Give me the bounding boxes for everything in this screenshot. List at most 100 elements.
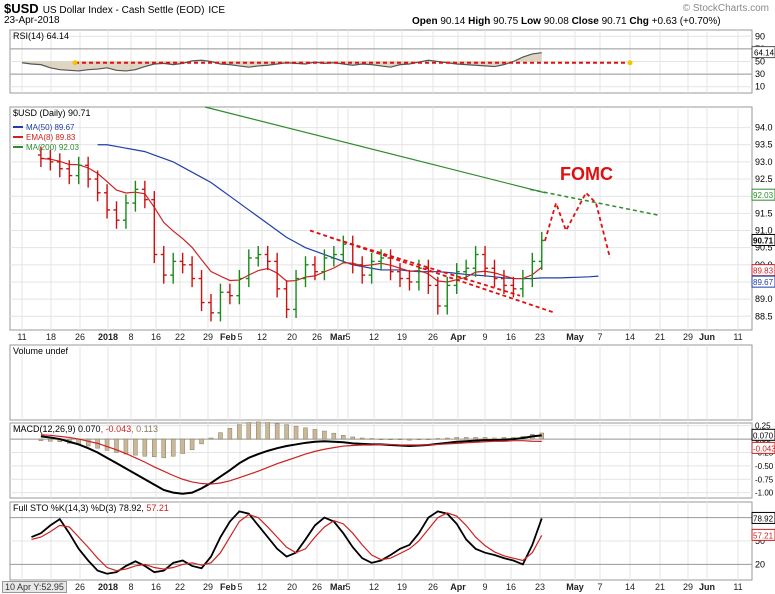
macd-histogram-bar — [133, 438, 138, 456]
x-tick-label-bottom: 29 — [683, 582, 693, 592]
macd-histogram-bar — [284, 424, 289, 440]
macd-histogram-bar — [218, 432, 223, 440]
sto-title: Full STO %K(14,3) %D(3) 78.92, 57.21 — [13, 503, 169, 513]
macd-histogram-bar — [123, 438, 129, 455]
macd-histogram-bar — [208, 437, 214, 440]
x-tick-label: 2018 — [98, 332, 118, 342]
macd-histogram-bar — [104, 438, 110, 451]
macd-histogram-bar — [48, 438, 53, 442]
x-tick-label-bottom: Feb — [220, 582, 237, 592]
x-tick-label-bottom: 22 — [175, 582, 185, 592]
macd-histogram-bar — [312, 429, 318, 440]
macd-histogram-bar — [388, 438, 393, 440]
x-tick-label-bottom: 23 — [535, 582, 545, 592]
macd-histogram-bar — [407, 438, 412, 441]
x-tick-label-bottom: 8 — [128, 582, 133, 592]
panel-frame-price — [9, 106, 753, 331]
x-tick-label: 22 — [175, 332, 185, 342]
macd-histogram-bar — [265, 422, 270, 440]
sto-k-last-label: 78.92 — [753, 514, 774, 523]
price-last-label: 90.71 — [753, 236, 774, 245]
x-tick-label: 11 — [17, 332, 26, 342]
macd-tick-label: -0.75 — [755, 475, 774, 484]
x-tick-label-bottom: 26 — [75, 582, 85, 592]
macd-title: MACD(12,26,9) 0.070, -0.043, 0.113 — [13, 424, 158, 434]
macd-histogram-bar — [492, 437, 497, 440]
rsi-tick-label: 10 — [755, 82, 765, 92]
x-tick-label-bottom: 2018 — [98, 582, 118, 592]
macd-histogram-bar — [274, 423, 280, 440]
x-tick-label: 14 — [625, 332, 635, 342]
x-tick-label: 20 — [287, 332, 297, 342]
x-tick-label-bottom: 20 — [287, 582, 297, 592]
macd-histogram-bar — [416, 438, 422, 440]
macd-histogram-bar — [38, 438, 44, 441]
sto-d-last-label: 57.21 — [753, 531, 774, 540]
macd-histogram-bar — [303, 427, 308, 440]
sto-tick-label: 20 — [755, 559, 765, 569]
x-tick-label: 26 — [428, 332, 438, 342]
x-tick-label: 9 — [482, 332, 487, 342]
fomc-annotation: FOMC — [560, 164, 613, 184]
macd-histogram-bar — [341, 435, 346, 440]
x-tick-label-bottom: 11 — [733, 582, 742, 592]
x-tick-label-bottom: 19 — [397, 582, 407, 592]
rsi-tick-label: 30 — [755, 69, 765, 79]
x-tick-label-bottom: Apr — [450, 582, 466, 592]
macd-histogram-bar — [170, 438, 176, 457]
x-tick-label: 16 — [151, 332, 161, 342]
x-tick-label: 16 — [506, 332, 516, 342]
panel-frame-vol — [9, 344, 753, 421]
macd-histogram-bar — [227, 428, 233, 440]
macd-histogram-bar — [322, 430, 327, 440]
macd-histogram-bar — [397, 438, 403, 440]
x-tick-label: 29 — [203, 332, 213, 342]
macd-histogram-bar — [246, 422, 252, 440]
x-tick-label: 7 — [597, 332, 602, 342]
x-tick-label: 26 — [312, 332, 322, 342]
price-title: $USD (Daily) 90.71 — [13, 108, 91, 118]
macd-last-label: 0.070 — [753, 431, 774, 440]
rsi-tick-label: 90 — [755, 31, 765, 41]
x-tick-label: 21 — [655, 332, 665, 342]
x-tick-label: 11 — [733, 332, 742, 342]
macd-histogram-bar — [473, 437, 478, 440]
macd-histogram-bar — [359, 437, 365, 440]
macd-histogram-bar — [293, 425, 299, 440]
x-tick-label-bottom: 7 — [597, 582, 602, 592]
x-tick-label-bottom: 21 — [655, 582, 665, 592]
x-tick-label-bottom: 5 — [237, 582, 242, 592]
rsi-title: RSI(14) 64.14 — [13, 31, 69, 41]
legend-entry: MA(200) 92.03 — [26, 143, 79, 152]
legend-entry: EMA(8) 89.83 — [26, 133, 76, 142]
macd-histogram-bar — [369, 438, 374, 440]
x-tick-label-bottom: May — [566, 582, 584, 592]
macd-tick-label: -0.50 — [755, 462, 774, 471]
macd-histogram-bar — [482, 437, 488, 440]
x-tick-label-bottom: 16 — [506, 582, 516, 592]
rsi-last-label: 64.14 — [754, 49, 775, 58]
macd-histogram-bar — [189, 438, 195, 451]
x-tick-label: 5 — [237, 332, 242, 342]
x-tick-label: Feb — [220, 332, 237, 342]
date-readout: 10 Apr Y:52.95 — [2, 581, 67, 593]
price-tick-label: 93.0 — [755, 157, 773, 167]
x-tick-label-bottom: 9 — [482, 582, 487, 592]
x-tick-label: 19 — [397, 332, 407, 342]
macd-histogram-bar — [378, 438, 384, 440]
price-last-label: 89.83 — [753, 267, 774, 276]
macd-histogram-bar — [350, 436, 355, 440]
x-tick-label: 12 — [257, 332, 267, 342]
x-tick-label: 12 — [369, 332, 379, 342]
price-tick-label: 88.5 — [755, 311, 773, 321]
x-tick-label-bottom: 5 — [345, 582, 350, 592]
macd-histogram-bar — [237, 424, 242, 440]
macd-histogram-bar — [435, 438, 441, 440]
price-tick-label: 92.5 — [755, 174, 773, 184]
x-tick-label-bottom: Mar — [330, 582, 347, 592]
x-tick-label-bottom: 12 — [257, 582, 267, 592]
legend-entry: MA(50) 89.67 — [26, 123, 75, 132]
macd-histogram-bar — [463, 437, 469, 440]
price-tick-label: 91.5 — [755, 208, 773, 218]
macd-histogram-bar — [445, 437, 450, 440]
